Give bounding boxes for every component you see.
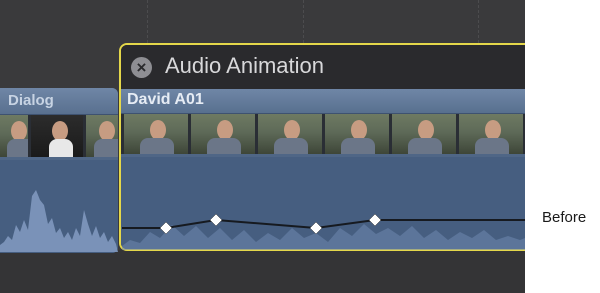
diamond-icon[interactable] xyxy=(209,213,223,227)
diamond-icon[interactable] xyxy=(309,221,323,235)
dialog-waveform-shape xyxy=(0,190,118,252)
audio-overlay xyxy=(0,190,525,252)
timeline-viewport: Dialog × Audio Animation David A01 xyxy=(0,0,525,293)
volume-keyframe-curve[interactable] xyxy=(122,218,525,230)
before-callout-label: Before xyxy=(542,209,587,226)
diamond-icon[interactable] xyxy=(368,213,382,227)
